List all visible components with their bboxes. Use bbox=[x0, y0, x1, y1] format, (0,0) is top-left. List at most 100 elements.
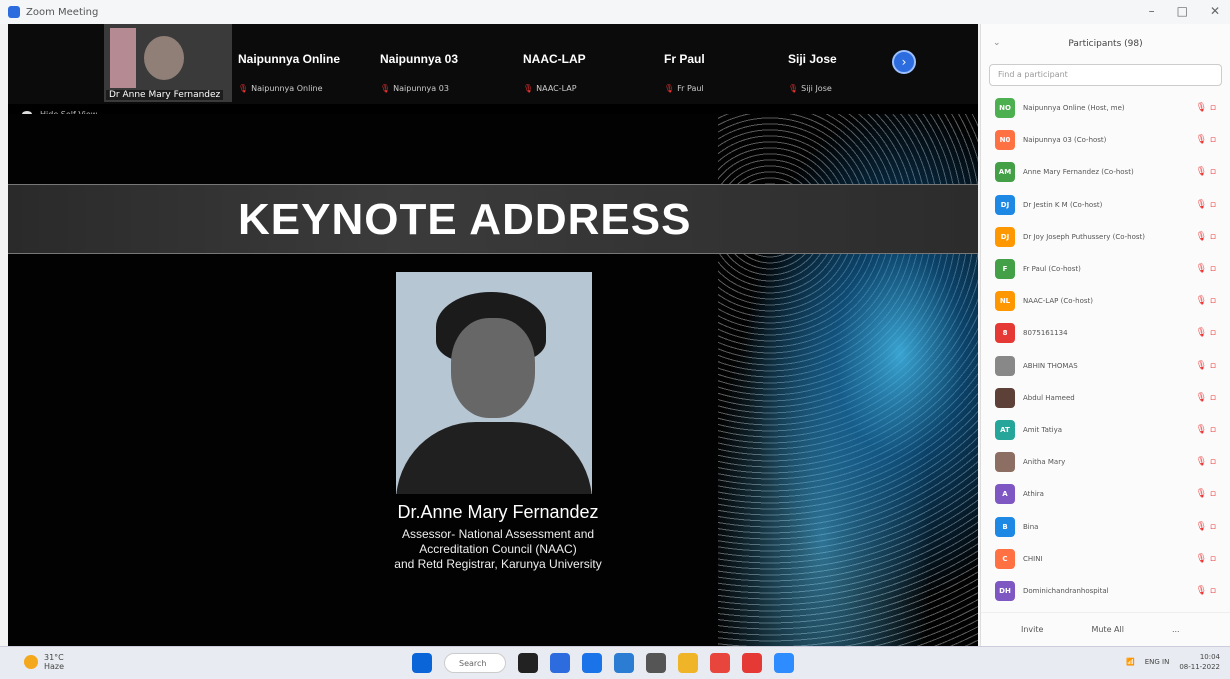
minimize-button[interactable]: – bbox=[1149, 4, 1155, 18]
participant-tile-label: 🎙 Naipunnya Online bbox=[238, 84, 323, 93]
speaker-name: Dr.Anne Mary Fernandez bbox=[397, 502, 599, 522]
participant-name: Amit Tatiya bbox=[1023, 425, 1063, 434]
participant-tile-label: 🎙 Fr Paul bbox=[664, 84, 704, 93]
mic-muted-icon[interactable]: 🎙 ▫ bbox=[1196, 328, 1216, 338]
participant-row[interactable]: AT Amit Tatiya 🎙 ▫ bbox=[981, 414, 1230, 446]
mic-muted-icon[interactable]: 🎙 ▫ bbox=[1196, 264, 1216, 274]
participant-name: 8075161134 bbox=[1023, 329, 1068, 338]
avatar: DJ bbox=[995, 226, 1015, 247]
app-icon[interactable] bbox=[550, 653, 570, 673]
taskbar-search[interactable]: Search bbox=[444, 653, 506, 673]
mic-muted-icon[interactable]: 🎙 ▫ bbox=[1196, 361, 1216, 371]
speaker-photo bbox=[396, 272, 592, 494]
maximize-button[interactable]: □ bbox=[1177, 4, 1188, 18]
mic-muted-icon[interactable]: 🎙 ▫ bbox=[1196, 103, 1216, 113]
mic-muted-icon[interactable]: 🎙 ▫ bbox=[1196, 489, 1216, 499]
participant-row[interactable]: NO Naipunnya Online (Host, me) 🎙 ▫ bbox=[981, 92, 1230, 124]
sun-icon bbox=[24, 655, 38, 669]
mic-muted-icon[interactable]: 🎙 ▫ bbox=[1196, 167, 1216, 177]
app-icon[interactable] bbox=[582, 653, 602, 673]
mic-muted-icon[interactable]: 🎙 ▫ bbox=[1196, 425, 1216, 435]
next-page-button[interactable]: › bbox=[892, 50, 916, 74]
participant-name: Dr Jestin K M (Co-host) bbox=[1023, 200, 1103, 209]
clock[interactable]: 10:04 08-11-2022 bbox=[1179, 652, 1220, 672]
mic-muted-icon[interactable]: 🎙 ▫ bbox=[1196, 393, 1216, 403]
participant-row[interactable]: N0 Naipunnya 03 (Co-host) 🎙 ▫ bbox=[981, 124, 1230, 156]
app-icon[interactable] bbox=[518, 653, 538, 673]
mic-muted-icon[interactable]: 🎙 ▫ bbox=[1196, 457, 1216, 467]
participant-row[interactable]: ABHIN THOMAS 🎙 ▫ bbox=[981, 350, 1230, 382]
panel-header: ⌄ Participants (98) bbox=[981, 24, 1230, 64]
windows-start-icon[interactable] bbox=[412, 653, 432, 673]
participants-panel: ⌄ Participants (98) Find a participant N… bbox=[980, 24, 1230, 646]
participant-row[interactable]: C CHINI 🎙 ▫ bbox=[981, 543, 1230, 575]
app-icon[interactable] bbox=[678, 653, 698, 673]
self-video-tile[interactable]: Dr Anne Mary Fernandez bbox=[104, 24, 232, 102]
mic-muted-icon[interactable]: 🎙 ▫ bbox=[1196, 522, 1216, 532]
close-button[interactable]: ✕ bbox=[1210, 4, 1220, 18]
avatar: A bbox=[995, 484, 1015, 505]
speaker-info: Dr.Anne Mary Fernandez Assessor- Nationa… bbox=[308, 502, 688, 572]
participant-search-input[interactable]: Find a participant bbox=[989, 64, 1222, 86]
speaker-line: Assessor- National Assessment and bbox=[401, 527, 595, 541]
participant-row[interactable]: B Bina 🎙 ▫ bbox=[981, 510, 1230, 542]
mic-muted-icon: 🎙 bbox=[788, 84, 799, 93]
avatar: AT bbox=[995, 419, 1015, 440]
participant-row[interactable]: 8 8075161134 🎙 ▫ bbox=[981, 317, 1230, 349]
participant-name: Athira bbox=[1023, 490, 1044, 499]
participant-row[interactable]: Anitha Mary 🎙 ▫ bbox=[981, 446, 1230, 478]
participant-tile-label: 🎙 Naipunnya 03 bbox=[380, 84, 449, 93]
speaker-line: and Retd Registrar, Karunya University bbox=[394, 557, 602, 571]
app-icon[interactable] bbox=[774, 653, 794, 673]
shared-slide: KEYNOTE ADDRESS Dr.Anne Mary Fernandez A… bbox=[8, 114, 978, 646]
zoom-app-icon bbox=[8, 6, 20, 18]
window-title: Zoom Meeting bbox=[26, 6, 99, 18]
mic-muted-icon[interactable]: 🎙 ▫ bbox=[1196, 200, 1216, 210]
participant-name: Anne Mary Fernandez (Co-host) bbox=[1023, 168, 1134, 177]
app-icon[interactable] bbox=[614, 653, 634, 673]
participant-row[interactable]: DJ Dr Joy Joseph Puthussery (Co-host) 🎙 ▫ bbox=[981, 221, 1230, 253]
mic-muted-icon[interactable]: 🎙 ▫ bbox=[1196, 586, 1216, 596]
participant-name: Dominichandranhospital bbox=[1023, 586, 1109, 595]
participant-tile-name: NAAC-LAP bbox=[523, 52, 586, 66]
participant-name: CHINI bbox=[1023, 554, 1043, 563]
mic-muted-icon[interactable]: 🎙 ▫ bbox=[1196, 135, 1216, 145]
meeting-stage: Dr Anne Mary Fernandez Naipunnya Online … bbox=[8, 24, 978, 646]
participant-row[interactable]: AM Anne Mary Fernandez (Co-host) 🎙 ▫ bbox=[981, 156, 1230, 188]
participant-name: Naipunnya 03 (Co-host) bbox=[1023, 136, 1107, 145]
app-icon[interactable] bbox=[742, 653, 762, 673]
avatar: C bbox=[995, 548, 1015, 569]
invite-button[interactable]: Invite bbox=[1021, 625, 1043, 634]
taskbar: 31°C Haze Search 📶 ENG IN 10:04 08-11-2022 bbox=[0, 646, 1230, 679]
participant-row[interactable]: A Athira 🎙 ▫ bbox=[981, 478, 1230, 510]
more-button[interactable]: ... bbox=[1172, 625, 1180, 634]
mic-muted-icon[interactable]: 🎙 ▫ bbox=[1196, 296, 1216, 306]
app-icon[interactable] bbox=[710, 653, 730, 673]
mute-all-button[interactable]: Mute All bbox=[1091, 625, 1124, 634]
zoom-window: Zoom Meeting – □ ✕ Dr Anne Mary Fernande… bbox=[0, 0, 1230, 679]
language-indicator[interactable]: ENG IN bbox=[1145, 658, 1170, 666]
participant-row[interactable]: DH Dominichandranhospital 🎙 ▫ bbox=[981, 575, 1230, 607]
participant-name: Naipunnya Online (Host, me) bbox=[1023, 104, 1125, 113]
participant-name: Dr Joy Joseph Puthussery (Co-host) bbox=[1023, 232, 1146, 241]
mic-muted-icon[interactable]: 🎙 ▫ bbox=[1196, 554, 1216, 564]
participant-row[interactable]: DJ Dr Jestin K M (Co-host) 🎙 ▫ bbox=[981, 189, 1230, 221]
participant-row[interactable]: F Fr Paul (Co-host) 🎙 ▫ bbox=[981, 253, 1230, 285]
avatar: F bbox=[995, 259, 1015, 280]
participant-name: ABHIN THOMAS bbox=[1023, 361, 1078, 370]
participant-name: Anitha Mary bbox=[1023, 458, 1066, 467]
title-banner: KEYNOTE ADDRESS bbox=[8, 184, 978, 254]
panel-footer: Invite Mute All ... bbox=[981, 612, 1230, 646]
chevron-down-icon[interactable]: ⌄ bbox=[993, 38, 1001, 48]
weather-widget[interactable]: 31°C Haze bbox=[24, 653, 64, 671]
panel-title: Participants (98) bbox=[1068, 39, 1143, 49]
participant-name: Abdul Hameed bbox=[1023, 393, 1075, 402]
avatar: B bbox=[995, 516, 1015, 537]
mic-muted-icon[interactable]: 🎙 ▫ bbox=[1196, 232, 1216, 242]
participant-row[interactable]: Abdul Hameed 🎙 ▫ bbox=[981, 382, 1230, 414]
participant-tile-label: 🎙 NAAC-LAP bbox=[523, 84, 577, 93]
app-icon[interactable] bbox=[646, 653, 666, 673]
participant-tile-name: Naipunnya Online bbox=[238, 52, 341, 66]
participant-row[interactable]: NL NAAC-LAP (Co-host) 🎙 ▫ bbox=[981, 285, 1230, 317]
wifi-icon[interactable]: 📶 bbox=[1126, 658, 1135, 666]
